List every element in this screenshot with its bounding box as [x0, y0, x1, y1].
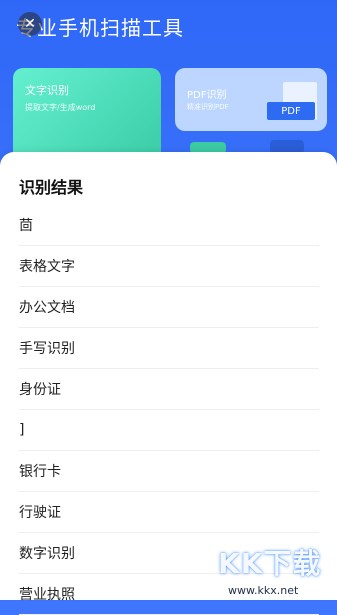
list-item[interactable]: 手写识别 [19, 328, 319, 369]
pdf-badge: PDF [267, 102, 315, 120]
pdf-document-icon: PDF [267, 82, 317, 122]
pdf-recognition-title: PDF识别 [187, 90, 227, 101]
list-item[interactable]: 营业执照 [19, 574, 319, 615]
text-recognition-subtitle: 提取文字/生成word [25, 103, 96, 112]
list-item[interactable]: 银行卡 [19, 451, 319, 492]
list-item[interactable]: 表格文字 [19, 246, 319, 287]
results-bottom-sheet: 识别结果 茴 表格文字 办公文档 手写识别 身份证 ] 银行卡 行驶证 数字识别… [0, 152, 337, 615]
list-item[interactable]: 茴 [19, 205, 319, 246]
list-item[interactable]: 行驶证 [19, 492, 319, 533]
pdf-recognition-subtitle: 精准识别PDF [187, 103, 229, 111]
text-recognition-title: 文字识别 [25, 84, 69, 97]
list-item[interactable]: 身份证 [19, 369, 319, 410]
list-item[interactable]: 数字识别 [19, 533, 319, 574]
pdf-recognition-card[interactable]: PDF识别 精准识别PDF PDF [175, 68, 327, 131]
list-item[interactable]: ] [19, 410, 319, 451]
close-icon[interactable]: ✕ [18, 12, 42, 36]
list-item[interactable]: 办公文档 [19, 287, 319, 328]
sheet-title: 识别结果 [19, 178, 84, 197]
results-list: 茴 表格文字 办公文档 手写识别 身份证 ] 银行卡 行驶证 数字识别 营业执照 [0, 205, 337, 615]
